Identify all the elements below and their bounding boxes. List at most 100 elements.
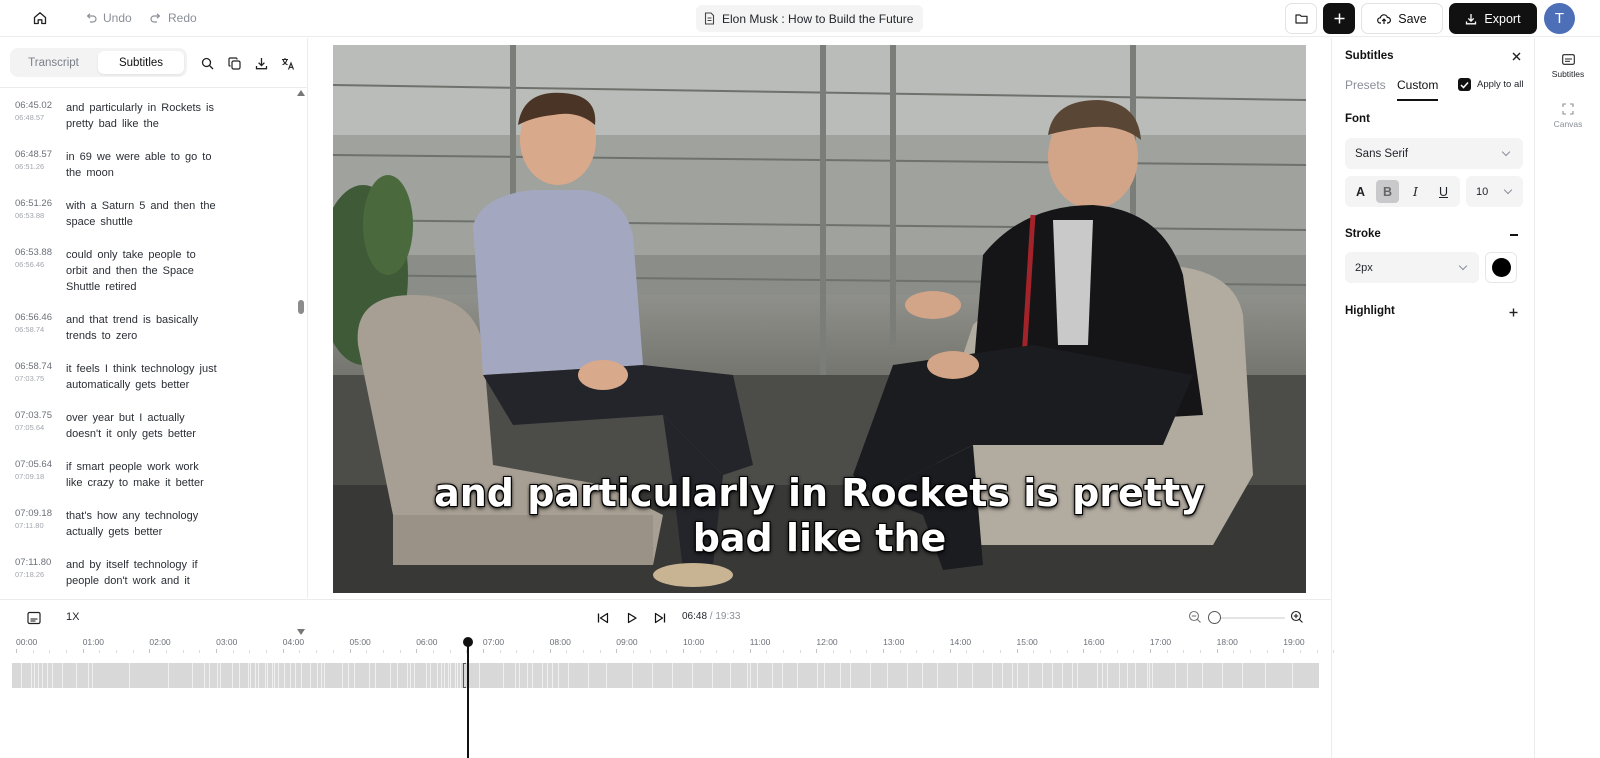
expand-highlight-plus-icon[interactable] — [1509, 308, 1518, 317]
subtitle-track[interactable] — [12, 663, 1319, 688]
timeline-tick-label: 01:00 — [82, 637, 104, 647]
add-button[interactable] — [1323, 3, 1355, 34]
subtitle-end-time: 07:05.64 — [15, 423, 45, 432]
save-button[interactable]: Save — [1361, 3, 1443, 34]
search-button[interactable] — [198, 54, 216, 72]
download-transcript-button[interactable] — [252, 54, 270, 72]
subtitle-clip-divider — [31, 663, 32, 688]
subtitle-end-time: 07:18.26 — [15, 570, 45, 579]
play-button[interactable] — [624, 610, 640, 626]
subtitle-clip-divider — [76, 663, 77, 688]
subtitle-clip-divider — [1187, 663, 1188, 688]
timeline-tick — [883, 649, 885, 653]
timeline-tick — [833, 650, 835, 653]
subtitle-clip-divider — [348, 663, 349, 688]
playback-time: 06:48 / 19:33 — [682, 611, 740, 622]
subtitle-clip-divider — [992, 663, 993, 688]
user-avatar[interactable]: T — [1544, 3, 1575, 34]
zoom-slider-track[interactable] — [1210, 617, 1285, 619]
scroll-thumb[interactable] — [298, 300, 304, 314]
apply-to-all-label[interactable]: Apply to all — [1477, 79, 1523, 90]
rail-canvas-label: Canvas — [1553, 119, 1583, 129]
project-title-chip[interactable]: Elon Musk : How to Build the Future — [696, 5, 924, 32]
subtitle-text[interactable]: with a Saturn 5 and then the space shutt… — [66, 198, 218, 230]
subtitle-clip-divider — [278, 663, 279, 688]
font-size-value: 10 — [1476, 185, 1489, 198]
subtitle-text[interactable]: and that trend is basically trends to ze… — [66, 312, 218, 344]
subtitle-clip-divider — [797, 663, 798, 688]
video-frame[interactable]: and particularly in Rockets is pretty ba… — [333, 45, 1306, 593]
rail-canvas-button[interactable]: Canvas — [1536, 103, 1600, 129]
subtitle-clip-divider — [730, 663, 731, 688]
bold-button[interactable]: B — [1376, 180, 1399, 203]
italic-button[interactable]: I — [1404, 180, 1427, 203]
zoom-in-icon[interactable] — [1290, 610, 1304, 624]
timeline-tick-label: 04:00 — [282, 637, 305, 647]
playhead-handle[interactable] — [463, 637, 473, 647]
subtitle-text[interactable]: it feels I think technology just automat… — [66, 361, 218, 393]
translate-button[interactable] — [279, 54, 297, 72]
copy-button[interactable] — [225, 54, 243, 72]
play-icon — [627, 612, 637, 624]
subtitle-text[interactable]: over year but I actually doesn't it only… — [66, 410, 218, 442]
timeline-tick-label: 12:00 — [816, 637, 838, 647]
subtitle-clip-divider — [457, 663, 458, 688]
font-family-select[interactable]: Sans Serif — [1345, 138, 1523, 169]
subtitle-clip-divider — [354, 663, 355, 688]
scroll-up-arrow-icon[interactable] — [297, 90, 305, 96]
playback-speed-button[interactable]: 1X — [66, 611, 79, 623]
subtitle-clip-divider — [1119, 663, 1120, 688]
timeline-tick — [1249, 650, 1251, 653]
subtitle-text[interactable]: and by itself technology if people don't… — [66, 557, 218, 589]
subtitle-clip-divider — [250, 663, 251, 688]
selected-clip-marker[interactable] — [463, 663, 466, 688]
subtitle-clip-divider — [1147, 663, 1148, 688]
zoom-out-icon[interactable] — [1188, 610, 1202, 624]
apply-to-all-checkbox[interactable] — [1458, 78, 1471, 91]
subtitle-clip-divider — [47, 663, 48, 688]
tab-custom[interactable]: Custom — [1397, 78, 1439, 101]
subtitle-clip-divider — [407, 663, 408, 688]
close-settings-button[interactable] — [1508, 48, 1524, 64]
tab-presets[interactable]: Presets — [1345, 78, 1386, 92]
cloud-upload-icon — [1377, 13, 1392, 24]
skip-forward-button[interactable] — [652, 610, 668, 626]
export-button[interactable]: Export — [1449, 3, 1537, 34]
timeline[interactable]: 00:00 01:00 02:00 03:00 04:00 05:00 06:00 07:00… — [0, 635, 1335, 758]
subtitle-text[interactable]: and particularly in Rockets is pretty ba… — [66, 100, 218, 132]
subtitle-clip-divider — [232, 663, 233, 688]
subtitle-scrollbar[interactable] — [296, 88, 306, 635]
tab-transcript[interactable]: Transcript — [13, 51, 94, 74]
subtitle-start-time: 06:58.74 — [15, 361, 52, 372]
tab-subtitles[interactable]: Subtitles — [98, 51, 184, 74]
stroke-color-picker[interactable] — [1485, 252, 1517, 283]
text-color-button[interactable]: A — [1349, 180, 1372, 203]
timeline-tick-label: 02:00 — [149, 637, 171, 647]
stroke-width-select[interactable]: 2px — [1345, 252, 1479, 283]
checkmark-icon — [1460, 81, 1469, 89]
collapse-stroke-minus-icon[interactable] — [1510, 234, 1518, 236]
timeline-tick — [316, 650, 318, 653]
subtitle-clip-divider — [321, 663, 322, 688]
rail-subtitles-button[interactable]: Subtitles — [1536, 54, 1600, 79]
subtitle-text[interactable]: could only take people to orbit and then… — [66, 247, 218, 295]
zoom-slider-handle[interactable] — [1208, 611, 1221, 624]
font-size-select[interactable]: 10 — [1466, 176, 1523, 207]
subtitle-end-time: 06:53.88 — [15, 211, 45, 220]
subtitle-text[interactable]: in 69 we were able to go to the moon — [66, 149, 218, 181]
playhead-line[interactable] — [467, 641, 469, 758]
skip-back-button[interactable] — [595, 610, 611, 626]
redo-button[interactable]: Redo — [150, 8, 197, 28]
text-style-group: A B I U — [1345, 176, 1460, 207]
timeline-tick — [983, 650, 985, 653]
subtitle-text[interactable]: that's how any technology actually gets … — [66, 508, 218, 540]
undo-button[interactable]: Undo — [85, 8, 132, 28]
underline-button[interactable]: U — [1432, 180, 1455, 203]
home-button[interactable] — [28, 6, 52, 30]
subtitle-text[interactable]: if smart people work work like crazy to … — [66, 459, 218, 491]
timeline-tick-label: 18:00 — [1216, 637, 1238, 647]
open-folder-button[interactable] — [1285, 3, 1317, 34]
subtitle-start-time: 06:45.02 — [15, 100, 52, 111]
subtitle-clip-divider — [747, 663, 748, 688]
captions-toggle-icon[interactable] — [26, 610, 42, 626]
